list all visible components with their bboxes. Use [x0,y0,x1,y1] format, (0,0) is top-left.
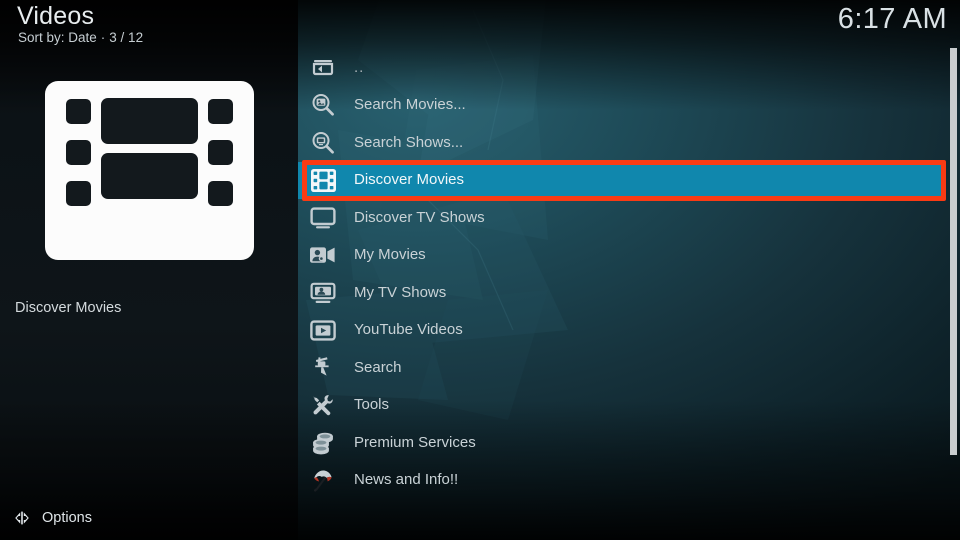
page-title: Videos [17,2,95,30]
menu-item-my-tv-shows[interactable]: My TV Shows [298,274,960,312]
menu-item-label: Premium Services [354,433,476,451]
menu-item-label: My Movies [354,246,426,264]
menu-item-discover-movies[interactable]: Discover Movies [298,161,946,199]
options-button[interactable]: Options [12,505,92,531]
menu-item-label: News and Info!! [354,471,459,489]
coins-stack-icon [306,428,340,458]
sort-label: Sort by: Date [18,30,97,45]
search-movies-icon [306,90,340,120]
menu-item-discover-tv-shows[interactable]: Discover TV Shows [298,199,960,237]
menu-item-search-shows[interactable]: Search Shows... [298,124,960,162]
menu-item-label: My TV Shows [354,283,447,301]
menu-item-label: Search Shows... [354,133,464,151]
menu-item-my-movies[interactable]: My Movies [298,237,960,275]
header: Videos Sort by: Date · 3 / 12 6:17 AM [0,0,960,48]
television-icon [306,203,340,233]
menu-item-search[interactable]: Search [298,349,960,387]
film-strip-icon [66,98,233,206]
menu-item-search-movies[interactable]: Search Movies... [298,87,960,125]
thumbnail [45,81,254,260]
subtitle-separator: · [100,30,106,45]
menu-item-label: .. [354,58,365,76]
menu-item-label: Discover TV Shows [354,208,485,226]
menu-item-news-and-info[interactable]: News and Info!! [298,462,960,500]
clock: 6:17 AM [837,3,947,35]
search-shows-icon [306,128,340,158]
thumbnail-label: Discover Movies [15,300,122,316]
menu-item-label: YouTube Videos [354,321,463,339]
menu-item-premium-services[interactable]: Premium Services [298,424,960,462]
left-right-arrows-icon [12,508,32,528]
menu-item-label: Search Movies... [354,96,466,114]
video-play-icon [306,315,340,345]
menu-item-youtube-videos[interactable]: YouTube Videos [298,312,960,350]
wrench-screwdriver-icon [306,390,340,420]
header-subtitle: Sort by: Date · 3 / 12 [18,29,143,46]
menu-item-parent-folder[interactable]: .. [298,49,960,87]
options-label: Options [42,510,92,526]
menu-item-label: Discover Movies [354,171,465,189]
kodi-screen: Videos Sort by: Date · 3 / 12 6:17 AM Disc… [0,0,960,540]
list-scrollbar[interactable] [950,48,957,455]
search-tool-icon [306,353,340,383]
item-position: 3 / 12 [109,30,144,45]
umbrella-icon [306,465,340,495]
person-camcorder-icon [306,240,340,270]
menu-item-tools[interactable]: Tools [298,387,960,425]
film-strip-icon [306,165,340,195]
video-menu-list[interactable]: .. Search Movies... Search Shows... Disc… [298,49,960,499]
menu-item-label: Search [354,358,402,376]
monitor-person-icon [306,278,340,308]
parent-folder-icon [306,53,340,83]
menu-item-label: Tools [354,396,390,414]
